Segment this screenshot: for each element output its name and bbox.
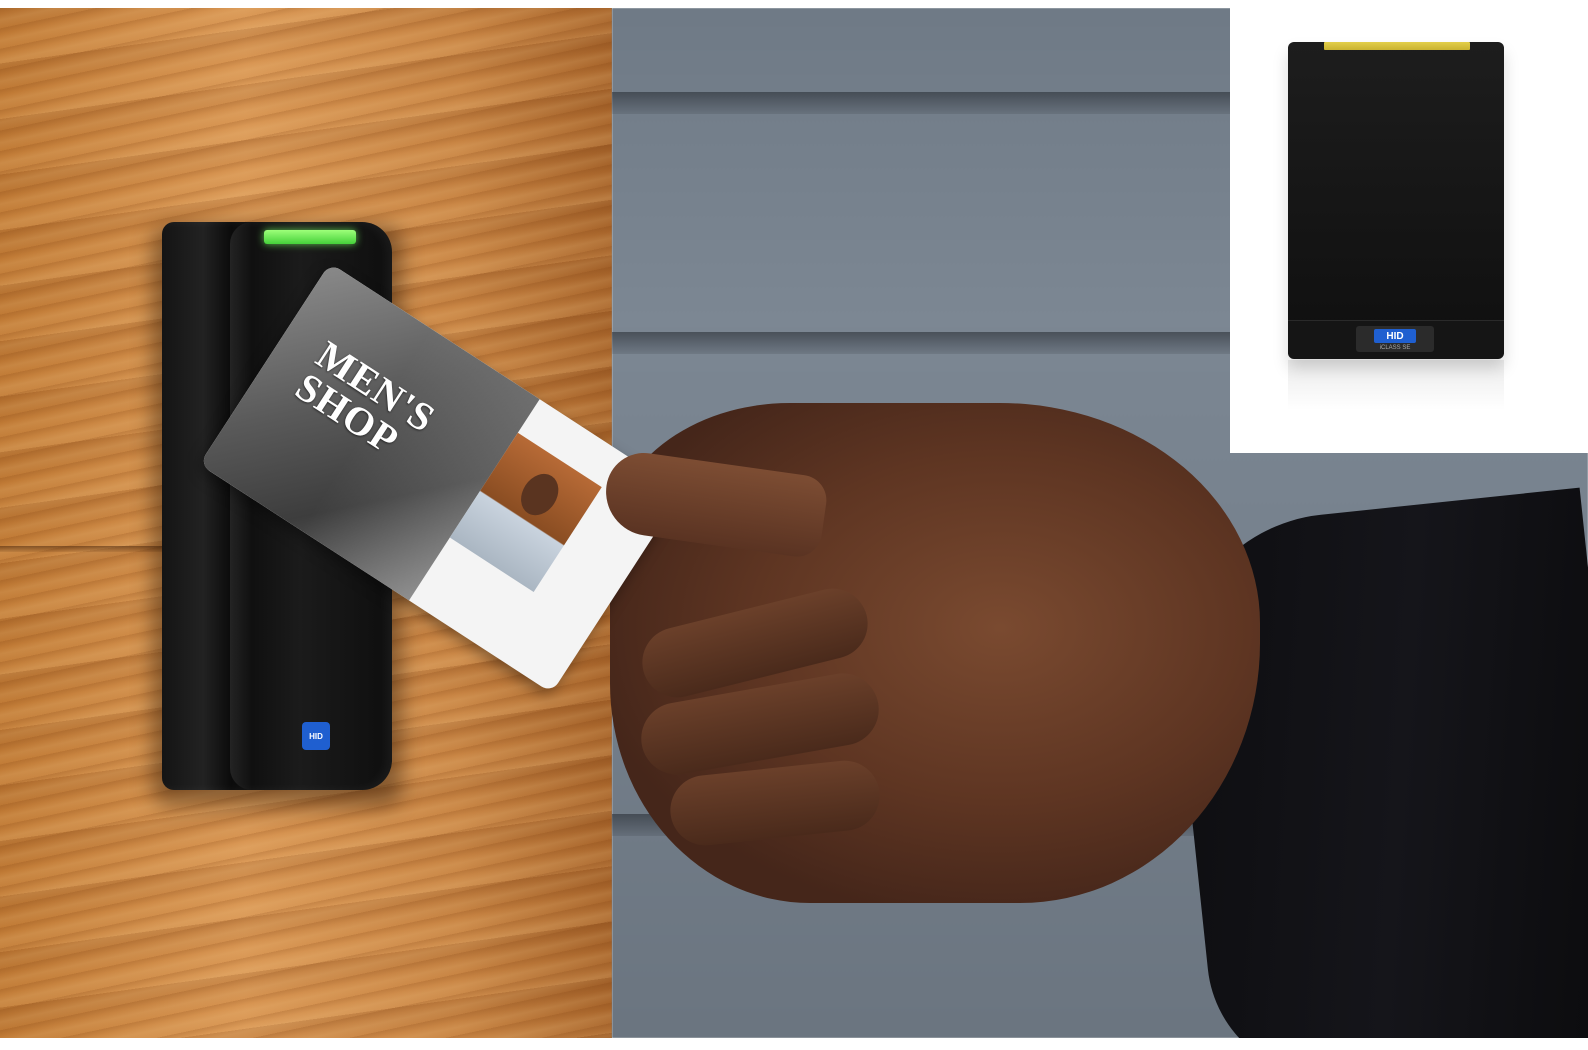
product-card-reader (1288, 42, 1504, 358)
product-model-label: iCLASS SE (1379, 345, 1411, 351)
product-brand-logo: HID (1374, 329, 1416, 343)
product-reader-led (1324, 42, 1470, 50)
reader-highlight (230, 222, 252, 790)
reader-status-led (264, 230, 356, 244)
product-reflection (1288, 360, 1504, 410)
reader-brand-badge: HID (302, 722, 330, 750)
